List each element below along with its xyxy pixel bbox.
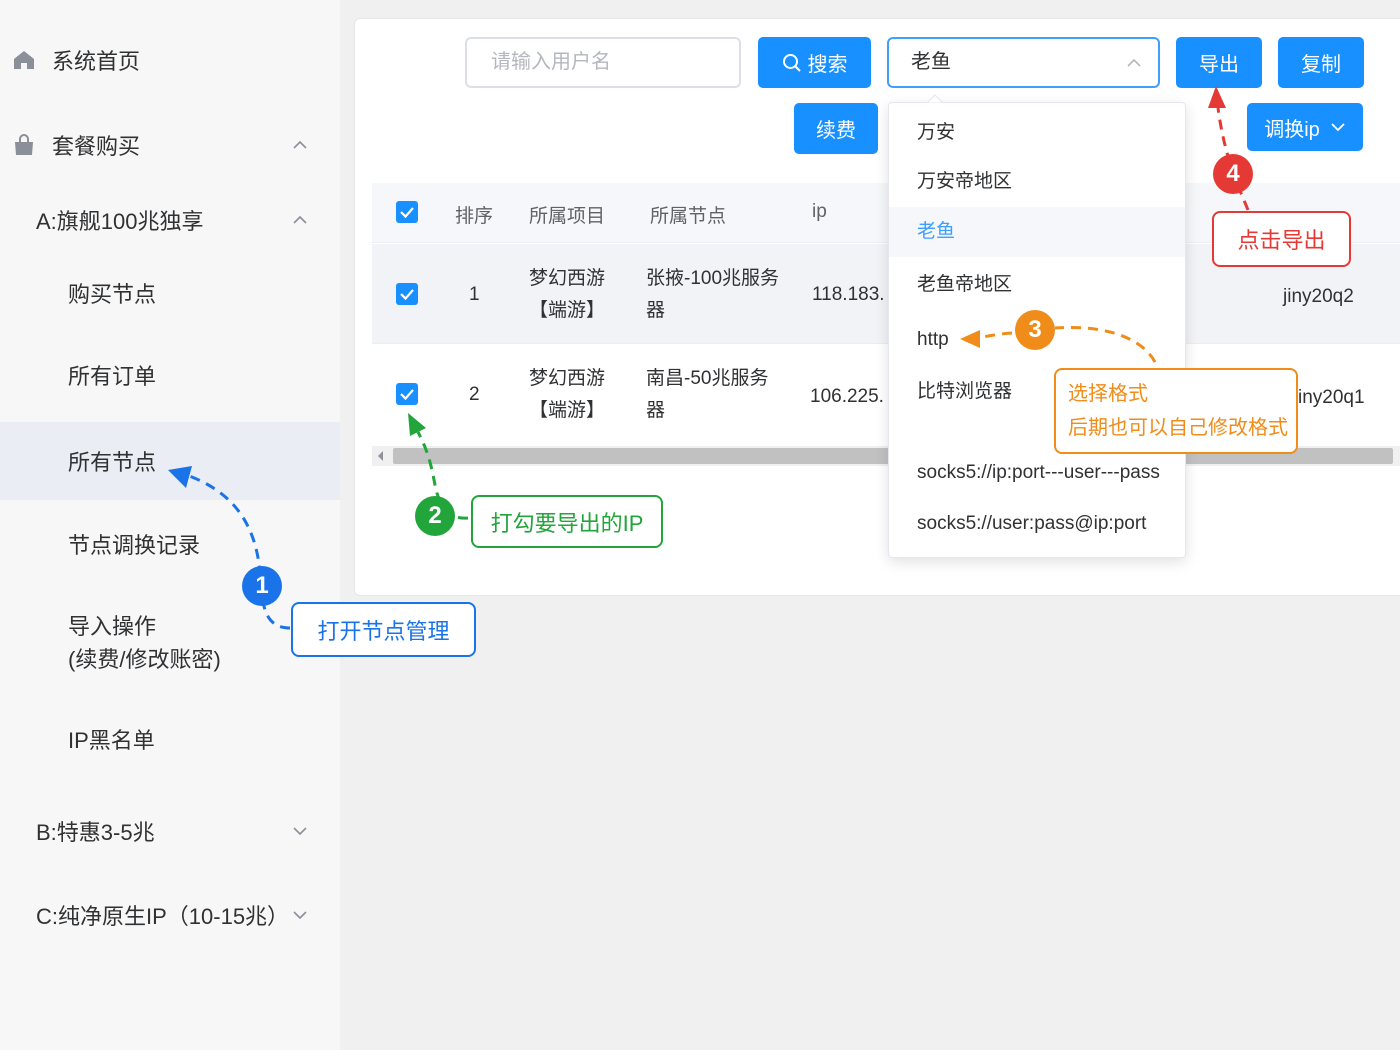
callout-text: 打开节点管理 (317, 618, 450, 644)
callout-text: 选择格式 (1068, 383, 1148, 405)
callout-subtext: 后期也可以自己修改格式 (1068, 417, 1288, 439)
callout-select-format: 选择格式 后期也可以自己修改格式 (1054, 368, 1298, 454)
callout-check-ip: 打勾要导出的IP (471, 495, 663, 548)
callout-text: 打勾要导出的IP (490, 510, 644, 536)
step-badge-4: 4 (1213, 154, 1253, 194)
step-badge-2: 2 (415, 496, 455, 536)
annotation-arrows (168, 86, 1250, 630)
step-badge-1: 1 (242, 566, 282, 606)
step-badge-3: 3 (1015, 310, 1055, 350)
callout-open-node-management: 打开节点管理 (291, 602, 476, 657)
callout-click-export: 点击导出 (1212, 211, 1351, 267)
callout-text: 点击导出 (1237, 228, 1326, 253)
